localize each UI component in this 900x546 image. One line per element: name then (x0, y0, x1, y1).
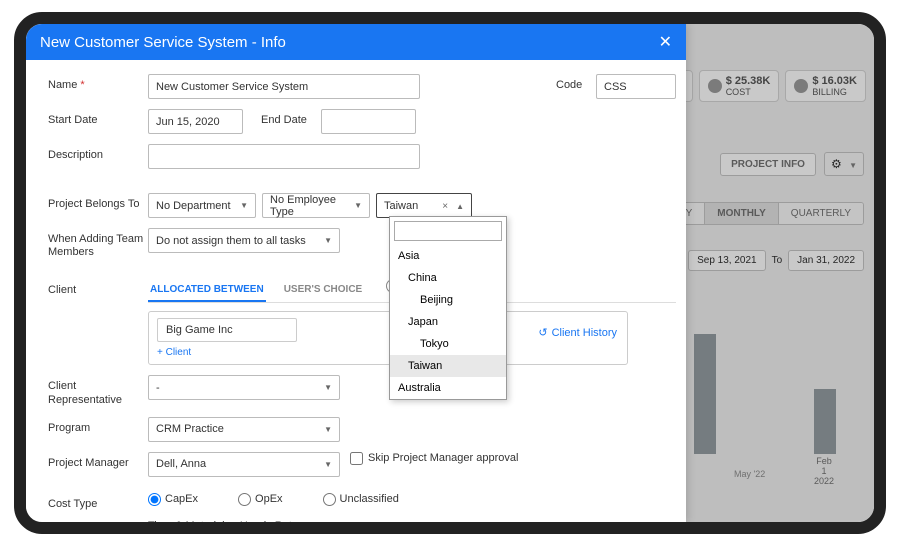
name-input[interactable] (148, 74, 420, 99)
skip-pm-checkbox[interactable]: Skip Project Manager approval (350, 452, 518, 465)
start-date-input[interactable] (148, 109, 243, 134)
chevron-down-icon: ▼ (240, 201, 248, 210)
tab-users-choice[interactable]: USER'S CHOICE (282, 279, 365, 302)
radio-unclassified[interactable]: Unclassified (323, 493, 399, 506)
chevron-up-icon: ▲ (456, 202, 464, 211)
dropdown-search-input[interactable] (394, 221, 502, 241)
program-select[interactable]: CRM Practice▼ (148, 417, 340, 442)
dd-item-taiwan[interactable]: Taiwan (390, 355, 506, 377)
description-input[interactable] (148, 144, 420, 169)
modal-body: Name * Code Start Date End Date Descript… (26, 60, 686, 522)
end-date-input[interactable] (321, 109, 416, 134)
chevron-down-icon: ▼ (324, 460, 332, 469)
label-billing-type: Billing Type (48, 520, 148, 522)
client-chip[interactable]: Big Game Inc (157, 318, 297, 342)
code-input[interactable] (596, 74, 676, 99)
chevron-down-icon: ▼ (324, 383, 332, 392)
dd-item-japan[interactable]: Japan (390, 311, 506, 333)
employee-type-select[interactable]: No Employee Type▼ (262, 193, 370, 218)
chevron-down-icon: ▼ (354, 201, 362, 210)
label-when-adding: When Adding Team Members (48, 228, 148, 259)
dd-item-asia[interactable]: Asia (390, 245, 506, 267)
project-mgr-select[interactable]: Dell, Anna▼ (148, 452, 340, 477)
location-dropdown: Asia China Beijing Japan Tokyo Taiwan Au… (389, 216, 507, 400)
chevron-down-icon: ▼ (324, 425, 332, 434)
label-project-mgr: Project Manager (48, 452, 148, 469)
clear-icon[interactable]: × (442, 201, 448, 212)
client-box: Big Game Inc + Client ↺Client History (148, 311, 628, 365)
chevron-down-icon: ▼ (324, 236, 332, 245)
close-button[interactable]: ✕ (659, 32, 672, 52)
radio-opex[interactable]: OpEx (238, 493, 283, 506)
label-start-date: Start Date (48, 109, 148, 126)
label-cost-type: Cost Type (48, 493, 148, 510)
location-select[interactable]: Taiwan×▲ (376, 193, 472, 218)
label-description: Description (48, 144, 148, 161)
label-client: Client (48, 279, 148, 296)
tablet-frame: 223.00HOURS $ 25.38KCOST $ 16.03KBILLING… (14, 12, 886, 534)
history-icon: ↺ (538, 326, 547, 339)
modal-title: New Customer Service System - Info (40, 34, 286, 51)
modal-header: New Customer Service System - Info ✕ (26, 24, 686, 60)
dd-item-tokyo[interactable]: Tokyo (390, 333, 506, 355)
label-client-rep: Client Representative (48, 375, 148, 406)
assign-rule-select[interactable]: Do not assign them to all tasks▼ (148, 228, 340, 253)
add-client-link[interactable]: + Client (157, 347, 619, 358)
dd-item-australia[interactable]: Australia (390, 377, 506, 399)
modal: New Customer Service System - Info ✕ Nam… (26, 24, 686, 522)
tab-allocated-between[interactable]: ALLOCATED BETWEEN (148, 279, 266, 302)
dd-item-beijing[interactable]: Beijing (390, 289, 506, 311)
label-end-date: End Date (261, 109, 321, 126)
label-code: Code (556, 74, 596, 91)
screen: 223.00HOURS $ 25.38KCOST $ 16.03KBILLING… (26, 24, 874, 522)
radio-capex[interactable]: CapEx (148, 493, 198, 506)
client-history-link[interactable]: ↺Client History (538, 326, 617, 339)
client-rep-select[interactable]: -▼ (148, 375, 340, 400)
label-program: Program (48, 417, 148, 434)
label-belongs-to: Project Belongs To (48, 193, 148, 210)
billing-type-value: Time & Materials - Hourly Rate (148, 520, 298, 522)
dd-item-china[interactable]: China (390, 267, 506, 289)
label-name: Name * (48, 74, 148, 91)
department-select[interactable]: No Department▼ (148, 193, 256, 218)
